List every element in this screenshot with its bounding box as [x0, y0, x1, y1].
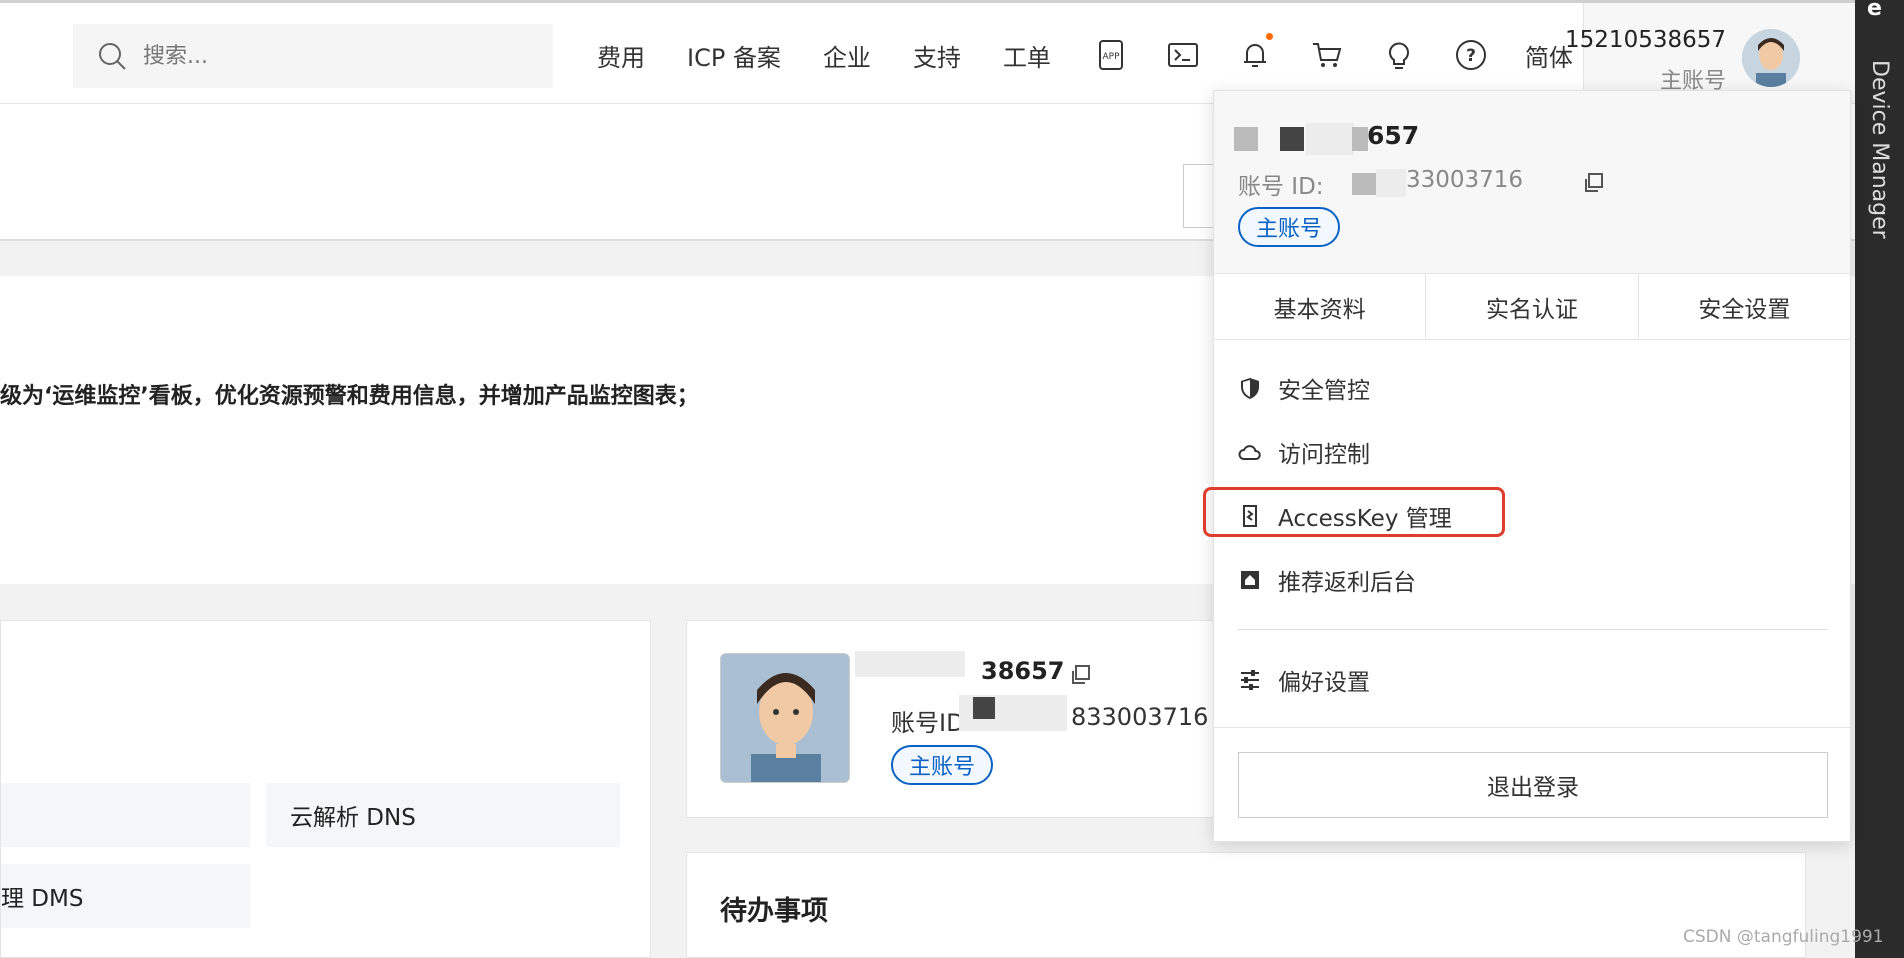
profile-id-label: 账号ID: [891, 709, 965, 737]
header-user-name: 15210538657: [1565, 27, 1726, 53]
rebate-icon: [1241, 571, 1259, 589]
todo-panel: 待办事项: [686, 852, 1806, 958]
redacted-block: [1352, 173, 1376, 195]
dropdown-footer-divider: [1214, 727, 1850, 728]
redacted-block: [1306, 123, 1354, 155]
terminal-icon[interactable]: [1165, 37, 1201, 73]
device-manager-label[interactable]: Device Manager: [1867, 60, 1892, 239]
svg-text:?: ?: [1466, 46, 1476, 66]
bell-icon[interactable]: [1237, 33, 1273, 73]
announcement-text: 级为‘运维监控’看板，优化资源预警和费用信息，并增加产品监控图表；: [0, 384, 699, 409]
redacted-block: [1234, 127, 1258, 151]
avatar[interactable]: [1742, 29, 1800, 87]
redacted-block: [1280, 127, 1304, 151]
shield-icon: [1241, 378, 1259, 399]
lightbulb-icon[interactable]: [1381, 37, 1417, 73]
redacted-block: [855, 651, 965, 677]
redacted-block: [1376, 169, 1406, 197]
product-tile-dns[interactable]: 云解析 DNS: [266, 783, 620, 847]
search-icon: [99, 43, 126, 70]
accesskey-highlight-box: [1203, 487, 1505, 537]
menu-security-control[interactable]: 安全管控: [1238, 363, 1370, 413]
tile-label: 理 DMS: [1, 886, 84, 912]
dropdown-account-id: 33003716: [1406, 167, 1524, 193]
tab-real-name[interactable]: 实名认证: [1426, 274, 1639, 339]
dropdown-user-name: 657: [1367, 121, 1420, 150]
products-panel: 云解析 DNS 理 DMS: [0, 620, 651, 958]
top-navigation-bar: 费用 ICP 备案 企业 支持 工单 APP ? 简体 15210538657 …: [0, 0, 1855, 104]
nav-icp[interactable]: ICP 备案: [687, 38, 781, 73]
redacted-block: [1352, 127, 1368, 151]
dropdown-header: 657 账号 ID: 33003716 主账号: [1214, 91, 1850, 274]
menu-access-control[interactable]: 访问控制: [1238, 427, 1370, 477]
notification-dot: [1265, 33, 1273, 40]
menu-label: 推荐返利后台: [1278, 570, 1416, 596]
cart-icon[interactable]: [1309, 37, 1345, 73]
tab-basic-profile[interactable]: 基本资料: [1214, 274, 1427, 339]
tab-security-settings[interactable]: 安全设置: [1639, 274, 1850, 339]
menu-label: 访问控制: [1278, 442, 1370, 468]
cloud-icon: [1238, 445, 1261, 460]
dropdown-tabs: 基本资料 实名认证 安全设置: [1214, 274, 1850, 340]
search-box[interactable]: [73, 24, 553, 88]
profile-name: 38657: [981, 657, 1065, 685]
logout-button[interactable]: 退出登录: [1238, 752, 1828, 818]
rail-top-text: e: [1867, 0, 1882, 21]
menu-rebate-console[interactable]: 推荐返利后台: [1238, 555, 1416, 605]
user-menu-trigger[interactable]: 15210538657 主账号: [1565, 3, 1855, 103]
menu-label: 偏好设置: [1278, 670, 1370, 696]
svg-text:APP: APP: [1102, 52, 1120, 62]
copy-icon[interactable]: [1582, 171, 1606, 195]
profile-avatar: [720, 653, 850, 783]
nav-support[interactable]: 支持: [913, 38, 961, 73]
redacted-block: [973, 697, 995, 719]
help-icon[interactable]: ?: [1453, 37, 1489, 73]
search-input[interactable]: [143, 43, 523, 69]
nav-fees[interactable]: 费用: [597, 38, 645, 73]
copy-icon[interactable]: [1069, 663, 1093, 687]
dropdown-id-label: 账号 ID:: [1238, 174, 1324, 200]
tile-label: 云解析 DNS: [290, 805, 416, 831]
top-nav: 费用 ICP 备案 企业 支持 工单 APP ? 简体: [597, 33, 1573, 73]
todo-title: 待办事项: [720, 896, 828, 927]
profile-role-badge: 主账号: [891, 745, 994, 785]
device-manager-rail[interactable]: e Device Manager: [1855, 0, 1904, 958]
sliders-icon: [1241, 670, 1259, 690]
nav-ticket[interactable]: 工单: [1003, 38, 1051, 73]
nav-enterprise[interactable]: 企业: [823, 38, 871, 73]
product-tile-left-1[interactable]: [1, 783, 250, 847]
menu-label: 安全管控: [1278, 378, 1370, 404]
app-icon[interactable]: APP: [1093, 37, 1129, 73]
profile-id: 833003716: [1071, 703, 1209, 731]
account-dropdown: 657 账号 ID: 33003716 主账号 基本资料 实名认证 安全设置 安…: [1213, 90, 1851, 842]
product-tile-dms[interactable]: 理 DMS: [1, 864, 250, 928]
watermark: CSDN @tangfuling1991: [1683, 927, 1884, 947]
dropdown-role-badge: 主账号: [1238, 207, 1341, 247]
menu-divider: [1238, 629, 1828, 630]
menu-preferences[interactable]: 偏好设置: [1238, 655, 1370, 705]
